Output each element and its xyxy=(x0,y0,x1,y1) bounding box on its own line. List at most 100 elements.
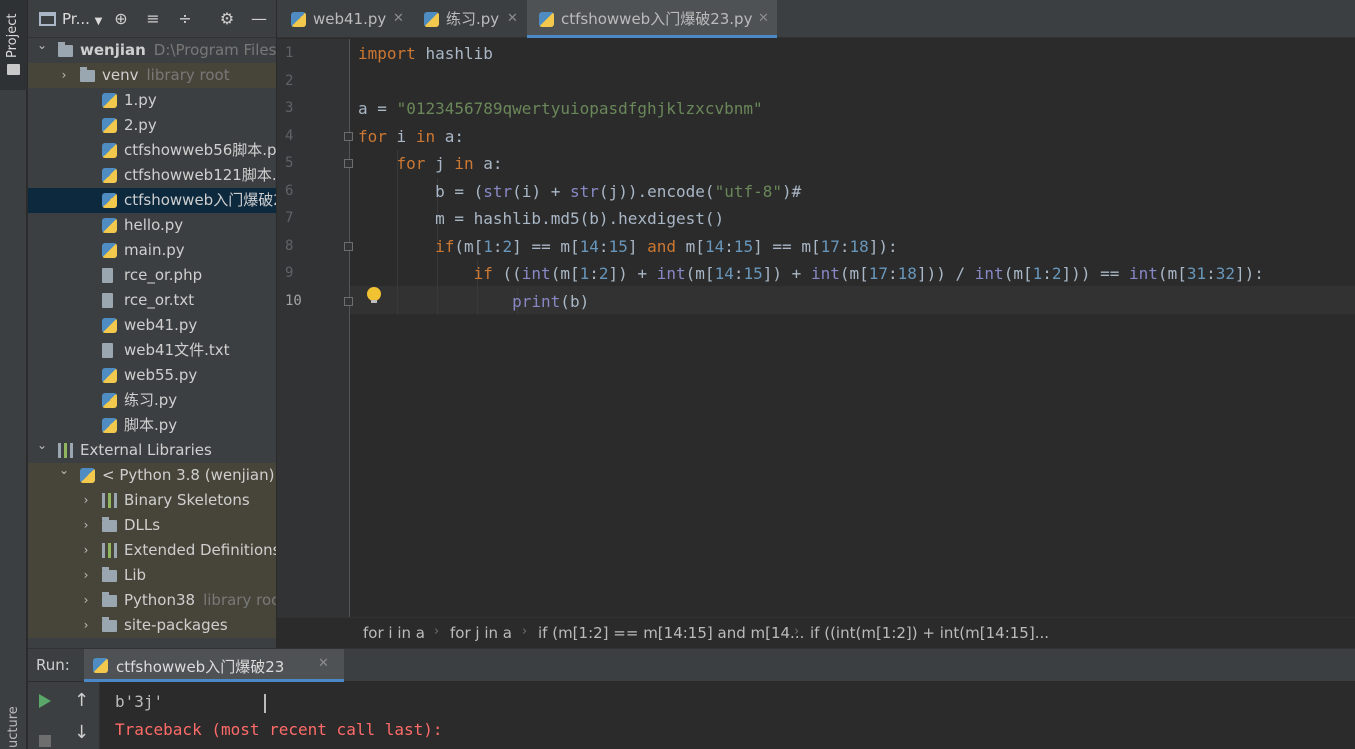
tree-item[interactable]: › Python38 library roo xyxy=(28,588,276,613)
run-tab[interactable]: ctfshowweb入门爆破23 ✕ xyxy=(84,649,344,682)
python-file-icon xyxy=(291,12,306,27)
run-tab-label: ctfshowweb入门爆破23 xyxy=(116,658,285,676)
collapse-all-icon[interactable]: ÷ xyxy=(175,9,195,29)
code-line[interactable]: b = (str(i) + str(j)).encode("utf-8")# xyxy=(358,178,801,205)
code-line[interactable]: if(m[1:2] == m[14:15] and m[14:15] == m[… xyxy=(358,233,898,260)
close-icon[interactable]: ✕ xyxy=(318,656,329,671)
breadcrumb-item[interactable]: if ((int(m[1:2]) + int(m[14:15]... xyxy=(810,624,1049,642)
tree-item[interactable]: web41文件.txt xyxy=(28,338,276,363)
chevron-down-icon[interactable]: ⌄ xyxy=(36,33,48,58)
tree-item[interactable]: › venv library root xyxy=(28,63,276,88)
tree-item[interactable]: › site-packages xyxy=(28,613,276,638)
line-number: 9 xyxy=(285,265,294,281)
arrow-down-icon[interactable]: ↓ xyxy=(74,722,89,743)
tab-ctfshowweb-23[interactable]: ctfshowweb入门爆破23.py ✕ xyxy=(527,0,777,38)
close-icon[interactable]: ✕ xyxy=(507,0,518,38)
tree-item-name: ctfshowweb入门爆破23. xyxy=(124,191,276,209)
line-number-gutter: 1 2 3 4 5 6 7 8 9 10 xyxy=(277,39,353,617)
tree-item[interactable]: ctfshowweb入门爆破23. xyxy=(28,188,276,213)
fold-marker-icon[interactable] xyxy=(344,296,353,306)
tree-item[interactable]: web55.py xyxy=(28,363,276,388)
run-label: Run: xyxy=(36,656,70,674)
fold-marker-icon[interactable] xyxy=(344,159,353,168)
chevron-right-icon[interactable]: › xyxy=(80,488,92,513)
code-line[interactable]: a = "0123456789qwertyuiopasdfghjklzxcvbn… xyxy=(358,95,763,122)
line-number: 4 xyxy=(285,127,294,144)
code-line[interactable]: if ((int(m[1:2]) + int(m[14:15]) + int(m… xyxy=(358,260,1264,287)
tree-item[interactable]: 练习.py xyxy=(28,388,276,413)
expand-all-icon[interactable]: ≡ xyxy=(143,9,163,29)
chevron-right-icon[interactable]: › xyxy=(80,513,92,538)
tree-item-name: 脚本.py xyxy=(124,416,178,434)
tab-lianxi[interactable]: 练习.py ✕ xyxy=(410,0,525,38)
tab-web41[interactable]: web41.py ✕ xyxy=(277,0,407,38)
tree-item[interactable]: ctfshowweb56脚本.py xyxy=(28,138,276,163)
tree-item-name: web41文件.txt xyxy=(124,341,230,359)
breadcrumb-item[interactable]: for i in a xyxy=(363,624,425,642)
tree-item[interactable]: 2.py xyxy=(28,113,276,138)
tree-item[interactable]: rce_or.php xyxy=(28,263,276,288)
file-icon xyxy=(102,268,113,283)
run-console[interactable]: b'3j' Traceback (most recent call last): xyxy=(101,682,1355,749)
code-line[interactable]: import hashlib xyxy=(358,40,493,67)
rerun-icon[interactable] xyxy=(39,694,51,708)
tree-item[interactable]: web41.py xyxy=(28,313,276,338)
breadcrumb-item[interactable]: for j in a xyxy=(450,624,512,642)
tree-item[interactable]: › DLLs xyxy=(28,513,276,538)
tree-item[interactable]: main.py xyxy=(28,238,276,263)
chevron-right-icon[interactable]: › xyxy=(80,563,92,588)
arrow-up-icon[interactable]: ↑ xyxy=(74,690,89,711)
chevron-right-icon[interactable]: › xyxy=(80,588,92,613)
tab-label: ctfshowweb入门爆破23.py xyxy=(561,10,753,28)
code-editor[interactable]: 1 2 3 4 5 6 7 8 9 10 import hashlib a = "012345678… xyxy=(277,39,1355,617)
lightbulb-icon[interactable] xyxy=(367,287,381,303)
fold-marker-icon[interactable] xyxy=(344,131,353,141)
tree-item[interactable]: › Extended Definitions xyxy=(28,538,276,563)
tree-item-name: wenjian xyxy=(80,41,146,59)
line-number: 5 xyxy=(285,155,294,171)
code-line[interactable]: for i in a: xyxy=(358,123,464,150)
python-file-icon xyxy=(424,12,439,27)
code-line[interactable]: for j in a: xyxy=(358,150,503,177)
tree-item-name: Lib xyxy=(124,566,147,584)
tree-item[interactable]: 1.py xyxy=(28,88,276,113)
breadcrumb-item[interactable]: if (m[1:2] == m[14:15] and m[14... xyxy=(538,624,804,642)
tree-item-label: web41.py xyxy=(124,313,197,338)
tree-item-label: Lib xyxy=(124,563,146,588)
locate-icon[interactable]: ⊕ xyxy=(111,9,131,29)
close-icon[interactable]: ✕ xyxy=(758,0,769,38)
chevron-down-icon[interactable]: ⌄ xyxy=(36,433,48,458)
tree-item-label: 1.py xyxy=(124,88,157,113)
tree-item[interactable]: ⌄ < Python 3.8 (wenjian) > xyxy=(28,463,276,488)
tree-item-name: 练习.py xyxy=(124,391,178,409)
breadcrumb: for i in a › for j in a › if (m[1:2] == … xyxy=(277,617,1355,648)
tree-item[interactable]: 脚本.py xyxy=(28,413,276,438)
hide-panel-icon[interactable]: — xyxy=(249,9,269,29)
close-icon[interactable]: ✕ xyxy=(393,0,404,38)
tree-item-label: Python38 library roo xyxy=(124,588,276,613)
tree-item[interactable]: rce_or.txt xyxy=(28,288,276,313)
tree-item[interactable]: › Lib xyxy=(28,563,276,588)
chevron-right-icon[interactable]: › xyxy=(80,538,92,563)
tab-label: web41.py xyxy=(313,10,387,28)
tree-item[interactable]: hello.py xyxy=(28,213,276,238)
tree-item-hint: library roo xyxy=(203,591,276,609)
structure-tool-button[interactable]: ucture xyxy=(0,700,27,749)
chevron-right-icon[interactable]: › xyxy=(58,63,70,88)
fold-marker-icon[interactable] xyxy=(344,241,353,251)
code-line[interactable]: print(b) xyxy=(358,288,589,315)
tree-item[interactable]: › Binary Skeletons xyxy=(28,488,276,513)
chevron-down-icon[interactable]: ⌄ xyxy=(58,458,70,483)
tree-item[interactable]: ⌄ wenjian D:\Program Files\ xyxy=(28,38,276,63)
code-line[interactable]: m = hashlib.md5(b).hexdigest() xyxy=(358,205,724,232)
tree-item[interactable]: ctfshowweb121脚本.py xyxy=(28,163,276,188)
tree-item-label: 脚本.py xyxy=(124,413,177,438)
python-file-icon xyxy=(80,468,95,483)
chevron-right-icon[interactable]: › xyxy=(80,613,92,638)
stop-icon[interactable] xyxy=(39,735,51,747)
tree-item-name: ctfshowweb121脚本.py xyxy=(124,166,276,184)
gear-icon[interactable]: ⚙ xyxy=(217,9,237,29)
line-number: 8 xyxy=(285,237,294,254)
project-tool-button[interactable]: Project xyxy=(0,0,27,90)
project-view-selector[interactable]: Pr... ▼ xyxy=(62,10,102,28)
